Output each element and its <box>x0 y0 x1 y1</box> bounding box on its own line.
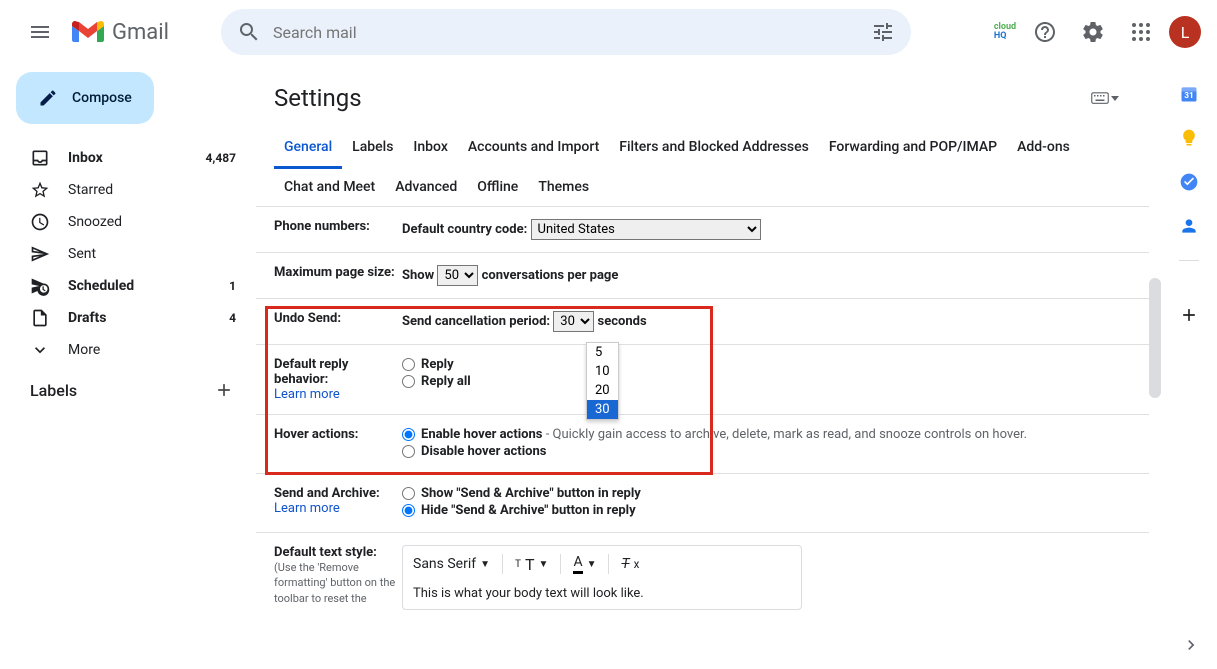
send-icon <box>30 244 50 264</box>
sidebar-item-sent[interactable]: Sent <box>8 238 248 270</box>
dropdown-option-10[interactable]: 10 <box>587 362 618 381</box>
account-avatar[interactable]: L <box>1169 16 1201 48</box>
gmail-logo[interactable]: Gmail <box>72 20 169 45</box>
show-archive-radio[interactable] <box>402 487 415 500</box>
dropdown-option-5[interactable]: 5 <box>587 343 618 362</box>
chevron-down-icon <box>30 340 50 360</box>
default-reply-section: Default reply behavior: Learn more Reply… <box>256 345 1149 415</box>
drafts-icon <box>30 308 50 328</box>
help-icon[interactable] <box>1025 12 1065 52</box>
tasks-icon[interactable] <box>1179 172 1199 192</box>
labels-section-header: Labels <box>8 366 248 414</box>
add-panel-icon[interactable] <box>1179 305 1199 325</box>
compose-button[interactable]: Compose <box>16 72 154 124</box>
compose-label: Compose <box>72 90 132 106</box>
cloudhq-icon[interactable]: cloud HQ <box>993 20 1017 44</box>
enable-hover-radio[interactable] <box>402 428 415 441</box>
country-code-select[interactable]: United States <box>531 219 761 240</box>
hide-archive-radio[interactable] <box>402 504 415 517</box>
settings-gear-icon[interactable] <box>1073 12 1113 52</box>
search-bar[interactable] <box>221 9 911 55</box>
contacts-icon[interactable] <box>1179 216 1199 236</box>
calendar-icon[interactable]: 31 <box>1179 84 1199 104</box>
send-archive-section: Send and Archive: Learn more Show "Send … <box>256 474 1149 533</box>
search-input[interactable] <box>273 23 871 42</box>
svg-text:31: 31 <box>1184 91 1194 101</box>
input-tools-icon[interactable] <box>1091 91 1119 105</box>
apps-grid-icon[interactable] <box>1121 12 1161 52</box>
settings-content: Settings General Labels Inbox Accounts a… <box>256 64 1161 669</box>
tab-advanced[interactable]: Advanced <box>385 168 467 206</box>
tab-filters[interactable]: Filters and Blocked Addresses <box>609 128 819 168</box>
star-icon <box>30 180 50 200</box>
tab-chat[interactable]: Chat and Meet <box>274 168 385 206</box>
dropdown-option-30[interactable]: 30 <box>587 400 618 419</box>
clock-icon <box>30 212 50 232</box>
tab-forwarding[interactable]: Forwarding and POP/IMAP <box>819 128 1007 168</box>
text-style-toolbar: Sans Serif ▼ TT ▼ A ▼ <box>402 545 802 610</box>
add-label-icon[interactable] <box>214 380 234 400</box>
tune-icon[interactable] <box>871 20 895 44</box>
schedule-icon <box>30 276 50 296</box>
sidebar-item-scheduled[interactable]: Scheduled 1 <box>8 270 248 302</box>
text-style-section: Default text style: (Use the 'Remove for… <box>256 533 1149 622</box>
dropdown-option-20[interactable]: 20 <box>587 381 618 400</box>
gmail-text: Gmail <box>112 20 169 45</box>
app-header: Gmail cloud HQ L <box>0 0 1217 64</box>
phone-numbers-section: Phone numbers: Default country code: Uni… <box>256 207 1149 253</box>
remove-formatting-button[interactable]: Tx <box>621 556 639 572</box>
scrollbar-thumb[interactable] <box>1149 278 1161 398</box>
header-right: cloud HQ L <box>993 12 1201 52</box>
reply-all-radio[interactable] <box>402 375 415 388</box>
tab-labels[interactable]: Labels <box>342 128 403 168</box>
sidebar-item-inbox[interactable]: Inbox 4,487 <box>8 142 248 174</box>
tab-general[interactable]: General <box>274 128 342 169</box>
disable-hover-radio[interactable] <box>402 445 415 458</box>
tab-accounts[interactable]: Accounts and Import <box>458 128 609 168</box>
settings-title: Settings <box>256 64 1149 128</box>
gmail-icon <box>72 20 104 44</box>
font-family-dropdown[interactable]: Sans Serif ▼ <box>413 556 490 572</box>
reply-learn-more-link[interactable]: Learn more <box>274 387 340 402</box>
text-style-preview: This is what your body text will look li… <box>413 586 791 601</box>
inbox-icon <box>30 148 50 168</box>
collapse-panel-icon[interactable] <box>1181 635 1201 659</box>
font-size-dropdown[interactable]: TT ▼ <box>515 555 548 574</box>
hamburger-menu-icon[interactable] <box>16 8 64 56</box>
reply-radio[interactable] <box>402 358 415 371</box>
archive-learn-more-link[interactable]: Learn more <box>274 501 340 516</box>
side-panel: 31 <box>1161 64 1217 669</box>
pencil-icon <box>38 88 58 108</box>
hover-actions-section: Hover actions: Enable hover actions - Qu… <box>256 415 1149 474</box>
keep-icon[interactable] <box>1179 128 1199 148</box>
tab-addons[interactable]: Add-ons <box>1007 128 1080 168</box>
undo-send-section: Undo Send: Send cancellation period: 30 … <box>256 299 1149 345</box>
tab-themes[interactable]: Themes <box>528 168 599 206</box>
sidebar-item-drafts[interactable]: Drafts 4 <box>8 302 248 334</box>
sidebar-item-more[interactable]: More <box>8 334 248 366</box>
settings-tabs: General Labels Inbox Accounts and Import… <box>256 128 1149 207</box>
tab-offline[interactable]: Offline <box>467 168 528 206</box>
undo-send-dropdown: 5 10 20 30 <box>586 342 619 420</box>
search-icon[interactable] <box>237 20 261 44</box>
sidebar-item-starred[interactable]: Starred <box>8 174 248 206</box>
undo-send-select[interactable]: 30 <box>553 311 594 332</box>
sidebar: Compose Inbox 4,487 Starred Snoozed Sent… <box>0 64 256 669</box>
page-size-select[interactable]: 50 <box>437 265 478 286</box>
text-color-dropdown[interactable]: A ▼ <box>573 554 596 574</box>
tab-inbox[interactable]: Inbox <box>403 128 457 168</box>
sidebar-item-snoozed[interactable]: Snoozed <box>8 206 248 238</box>
page-size-section: Maximum page size: Show 50 conversations… <box>256 253 1149 299</box>
